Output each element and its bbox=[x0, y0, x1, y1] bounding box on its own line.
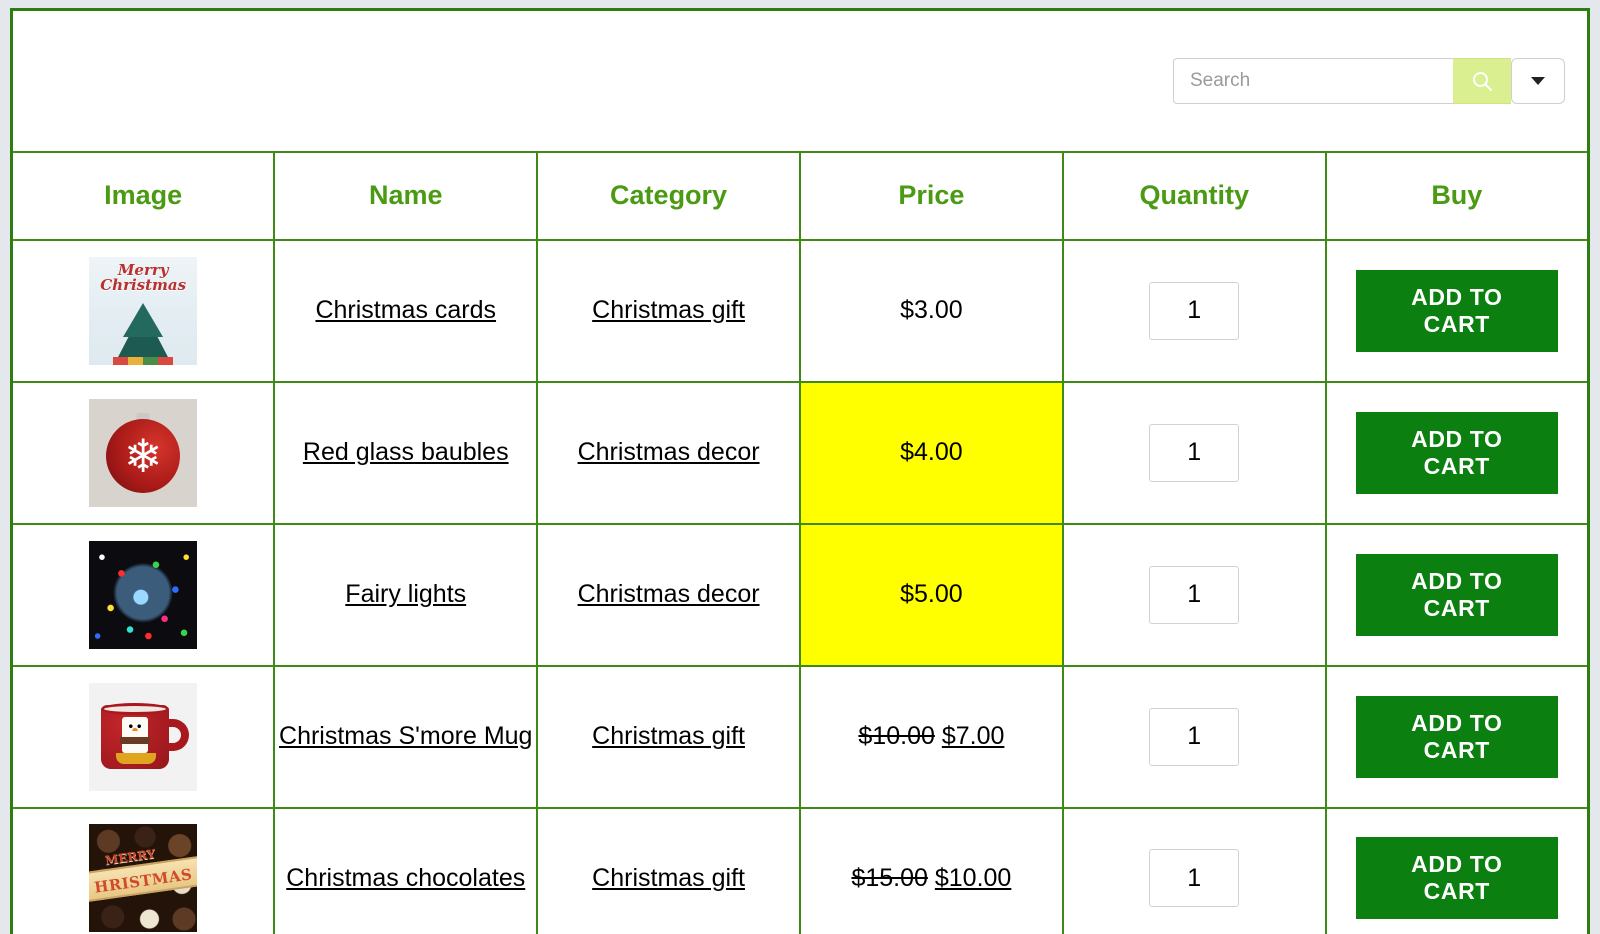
search-button[interactable] bbox=[1453, 57, 1511, 104]
column-header-quantity: Quantity bbox=[1061, 150, 1327, 241]
product-price: $3.00 bbox=[900, 296, 963, 324]
product-name-cell: Christmas S'more Mug bbox=[273, 664, 539, 809]
search-input[interactable] bbox=[1173, 57, 1453, 104]
product-price-cell: $3.00 bbox=[798, 238, 1064, 383]
table-row: Merry Christmas Christmas cards Christma… bbox=[10, 238, 1590, 383]
product-quantity-cell bbox=[1061, 380, 1327, 525]
product-old-price: $10.00 bbox=[858, 722, 935, 750]
product-image-cell bbox=[10, 664, 276, 809]
search-group bbox=[1173, 57, 1565, 104]
product-price: $10.00 bbox=[934, 863, 1012, 892]
product-name-cell: Red glass baubles bbox=[273, 380, 539, 525]
toolbar-cell bbox=[10, 8, 1590, 153]
product-category-cell: Christmas gift bbox=[536, 664, 801, 809]
product-name-cell: Christmas chocolates bbox=[273, 806, 539, 934]
table-row: Fairy lights Christmas decor $5.00 ADD T… bbox=[10, 522, 1590, 667]
product-image-cell: HRISTMAS MERRY bbox=[10, 806, 276, 934]
product-name-cell: Fairy lights bbox=[273, 522, 539, 667]
quantity-input[interactable] bbox=[1149, 281, 1240, 340]
product-price-cell: $4.00 bbox=[798, 380, 1064, 525]
product-thumbnail-red-glass-baubles: ❄ bbox=[89, 398, 198, 507]
product-name-link[interactable]: Fairy lights bbox=[345, 580, 466, 608]
table-header-row: Image Name Category Price Quantity Buy bbox=[10, 150, 1590, 241]
product-price-cell: $15.00 $10.00 bbox=[798, 806, 1064, 934]
product-image-cell: Merry Christmas bbox=[10, 238, 276, 383]
product-buy-cell: ADD TO CART bbox=[1324, 522, 1590, 667]
table-row: HRISTMAS MERRY Christmas chocolates Chri… bbox=[10, 806, 1590, 934]
product-category-link[interactable]: Christmas decor bbox=[578, 580, 760, 608]
product-category-cell: Christmas gift bbox=[536, 806, 801, 934]
product-thumbnail-smore-mug bbox=[89, 682, 198, 791]
product-name-cell: Christmas cards bbox=[273, 238, 539, 383]
product-price-cell: $10.00 $7.00 bbox=[798, 664, 1064, 809]
product-price: $4.00 bbox=[900, 438, 963, 466]
column-header-name: Name bbox=[273, 150, 539, 241]
search-icon bbox=[1470, 69, 1494, 93]
product-category-link[interactable]: Christmas decor bbox=[578, 438, 760, 466]
product-name-link[interactable]: Christmas S'more Mug bbox=[279, 722, 532, 750]
quantity-input[interactable] bbox=[1149, 565, 1240, 624]
product-thumbnail-christmas-cards: Merry Christmas bbox=[89, 256, 198, 365]
table-row: ❄ Red glass baubles Christmas decor $4.0… bbox=[10, 380, 1590, 525]
column-header-buy: Buy bbox=[1324, 150, 1590, 241]
product-image-cell: ❄ bbox=[10, 380, 276, 525]
product-buy-cell: ADD TO CART bbox=[1324, 380, 1590, 525]
column-header-price: Price bbox=[798, 150, 1064, 241]
product-buy-cell: ADD TO CART bbox=[1324, 664, 1590, 809]
product-category-cell: Christmas gift bbox=[536, 238, 801, 383]
product-category-cell: Christmas decor bbox=[536, 380, 801, 525]
products-table: Image Name Category Price Quantity Buy M… bbox=[10, 8, 1590, 934]
product-quantity-cell bbox=[1061, 522, 1327, 667]
add-to-cart-button[interactable]: ADD TO CART bbox=[1355, 411, 1558, 494]
product-buy-cell: ADD TO CART bbox=[1324, 806, 1590, 934]
add-to-cart-button[interactable]: ADD TO CART bbox=[1355, 695, 1558, 778]
product-quantity-cell bbox=[1061, 664, 1327, 809]
product-category-link[interactable]: Christmas gift bbox=[592, 296, 745, 324]
page-root: Image Name Category Price Quantity Buy M… bbox=[0, 0, 1600, 934]
quantity-input[interactable] bbox=[1149, 423, 1240, 482]
product-price: $5.00 bbox=[900, 580, 963, 608]
product-old-price: $15.00 bbox=[851, 863, 928, 892]
add-to-cart-button[interactable]: ADD TO CART bbox=[1355, 837, 1558, 920]
add-to-cart-button[interactable]: ADD TO CART bbox=[1355, 269, 1558, 352]
product-quantity-cell bbox=[1061, 238, 1327, 383]
chevron-down-icon bbox=[1531, 76, 1545, 85]
card-art-line2: Christmas bbox=[100, 275, 187, 294]
product-category-link[interactable]: Christmas gift bbox=[592, 864, 745, 892]
product-image-cell bbox=[10, 522, 276, 667]
quantity-input[interactable] bbox=[1149, 849, 1240, 908]
product-category-link[interactable]: Christmas gift bbox=[592, 722, 745, 750]
product-name-link[interactable]: Red glass baubles bbox=[303, 438, 509, 466]
product-buy-cell: ADD TO CART bbox=[1324, 238, 1590, 383]
quantity-input[interactable] bbox=[1149, 707, 1240, 766]
product-price: $7.00 bbox=[941, 722, 1005, 750]
product-name-link[interactable]: Christmas chocolates bbox=[286, 864, 525, 892]
product-price-cell: $5.00 bbox=[798, 522, 1064, 667]
product-thumbnail-christmas-chocolates: HRISTMAS MERRY bbox=[89, 824, 198, 933]
table-row: Christmas S'more Mug Christmas gift $10.… bbox=[10, 664, 1590, 809]
product-category-cell: Christmas decor bbox=[536, 522, 801, 667]
product-name-link[interactable]: Christmas cards bbox=[315, 296, 496, 324]
toolbar-row bbox=[10, 8, 1590, 153]
column-header-image: Image bbox=[10, 150, 276, 241]
product-thumbnail-fairy-lights bbox=[89, 540, 198, 649]
product-quantity-cell bbox=[1061, 806, 1327, 934]
column-header-category: Category bbox=[536, 150, 801, 241]
add-to-cart-button[interactable]: ADD TO CART bbox=[1355, 553, 1558, 636]
search-dropdown-button[interactable] bbox=[1511, 57, 1565, 104]
